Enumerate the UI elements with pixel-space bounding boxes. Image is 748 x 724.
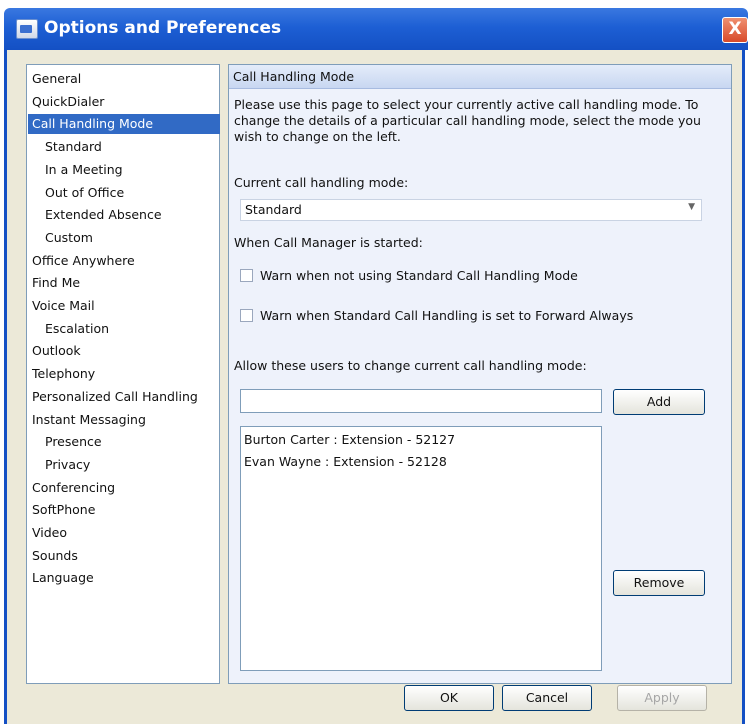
chevron-down-icon[interactable]: ▼ (688, 202, 695, 212)
sidebar-item[interactable]: Extended Absence (43, 205, 164, 225)
sidebar-item[interactable]: Find Me (30, 273, 82, 293)
sidebar-item[interactable]: Escalation (43, 319, 111, 339)
sidebar-item[interactable]: Privacy (43, 455, 92, 475)
options-dialog: Options and Preferences X General QuickDi… (0, 0, 748, 724)
sidebar-item[interactable]: Custom (43, 228, 95, 248)
app-icon (16, 19, 38, 39)
user-list[interactable]: Burton Carter : Extension - 52127 Evan Wa… (240, 426, 602, 671)
remove-button[interactable]: Remove (613, 570, 705, 596)
list-item[interactable]: Evan Wayne : Extension - 52128 (244, 452, 447, 472)
warn-not-standard-label[interactable]: Warn when not using Standard Call Handli… (260, 268, 578, 283)
sidebar-item[interactable]: Office Anywhere (30, 251, 137, 271)
call-handling-panel: Call Handling Mode Please use this page … (228, 64, 732, 684)
sidebar-item[interactable]: Video (30, 523, 69, 543)
warn-forward-checkbox[interactable] (240, 309, 253, 322)
sidebar-item[interactable]: Outlook (30, 341, 83, 361)
ok-button[interactable]: OK (404, 685, 494, 711)
panel-description: Please use this page to select your curr… (234, 97, 701, 144)
sidebar-item[interactable]: Call Handling Mode (28, 114, 220, 135)
sidebar-item[interactable]: Out of Office (43, 183, 126, 203)
sidebar-item[interactable]: Presence (43, 432, 104, 452)
list-item[interactable]: Burton Carter : Extension - 52127 (244, 430, 455, 450)
sidebar-item[interactable]: General (30, 69, 83, 89)
warn-not-standard-checkbox[interactable] (240, 269, 253, 282)
warn-forward-label[interactable]: Warn when Standard Call Handling is set … (260, 308, 633, 323)
panel-header: Call Handling Mode (229, 65, 731, 89)
apply-button[interactable]: Apply (617, 685, 707, 711)
category-tree: General QuickDialer Call Handling Mode Stan… (26, 64, 220, 684)
allow-users-label: Allow these users to change current call… (234, 358, 587, 373)
sidebar-item[interactable]: Language (30, 568, 96, 588)
user-input[interactable] (240, 389, 602, 413)
sidebar-item[interactable]: QuickDialer (30, 92, 106, 112)
sidebar-item[interactable]: In a Meeting (43, 160, 125, 180)
sidebar-item[interactable]: Standard (43, 137, 104, 157)
call-mode-value: Standard (245, 202, 302, 217)
sidebar-item[interactable]: Conferencing (30, 478, 117, 498)
current-mode-label: Current call handling mode: (234, 175, 409, 190)
sidebar-item[interactable]: SoftPhone (30, 500, 97, 520)
sidebar-item[interactable]: Voice Mail (30, 296, 97, 316)
add-button[interactable]: Add (613, 389, 705, 415)
sidebar-item[interactable]: Sounds (30, 546, 80, 566)
sidebar-item[interactable]: Instant Messaging (30, 410, 148, 430)
title-bar[interactable]: Options and Preferences X (4, 8, 748, 50)
cancel-button[interactable]: Cancel (502, 685, 592, 711)
call-mode-dropdown[interactable]: Standard ▼ (240, 199, 702, 221)
sidebar-item[interactable]: Telephony (30, 364, 97, 384)
sidebar-item[interactable]: Personalized Call Handling (30, 387, 200, 407)
close-button[interactable]: X (722, 17, 748, 43)
started-label: When Call Manager is started: (234, 235, 423, 250)
window-title: Options and Preferences (44, 18, 282, 38)
